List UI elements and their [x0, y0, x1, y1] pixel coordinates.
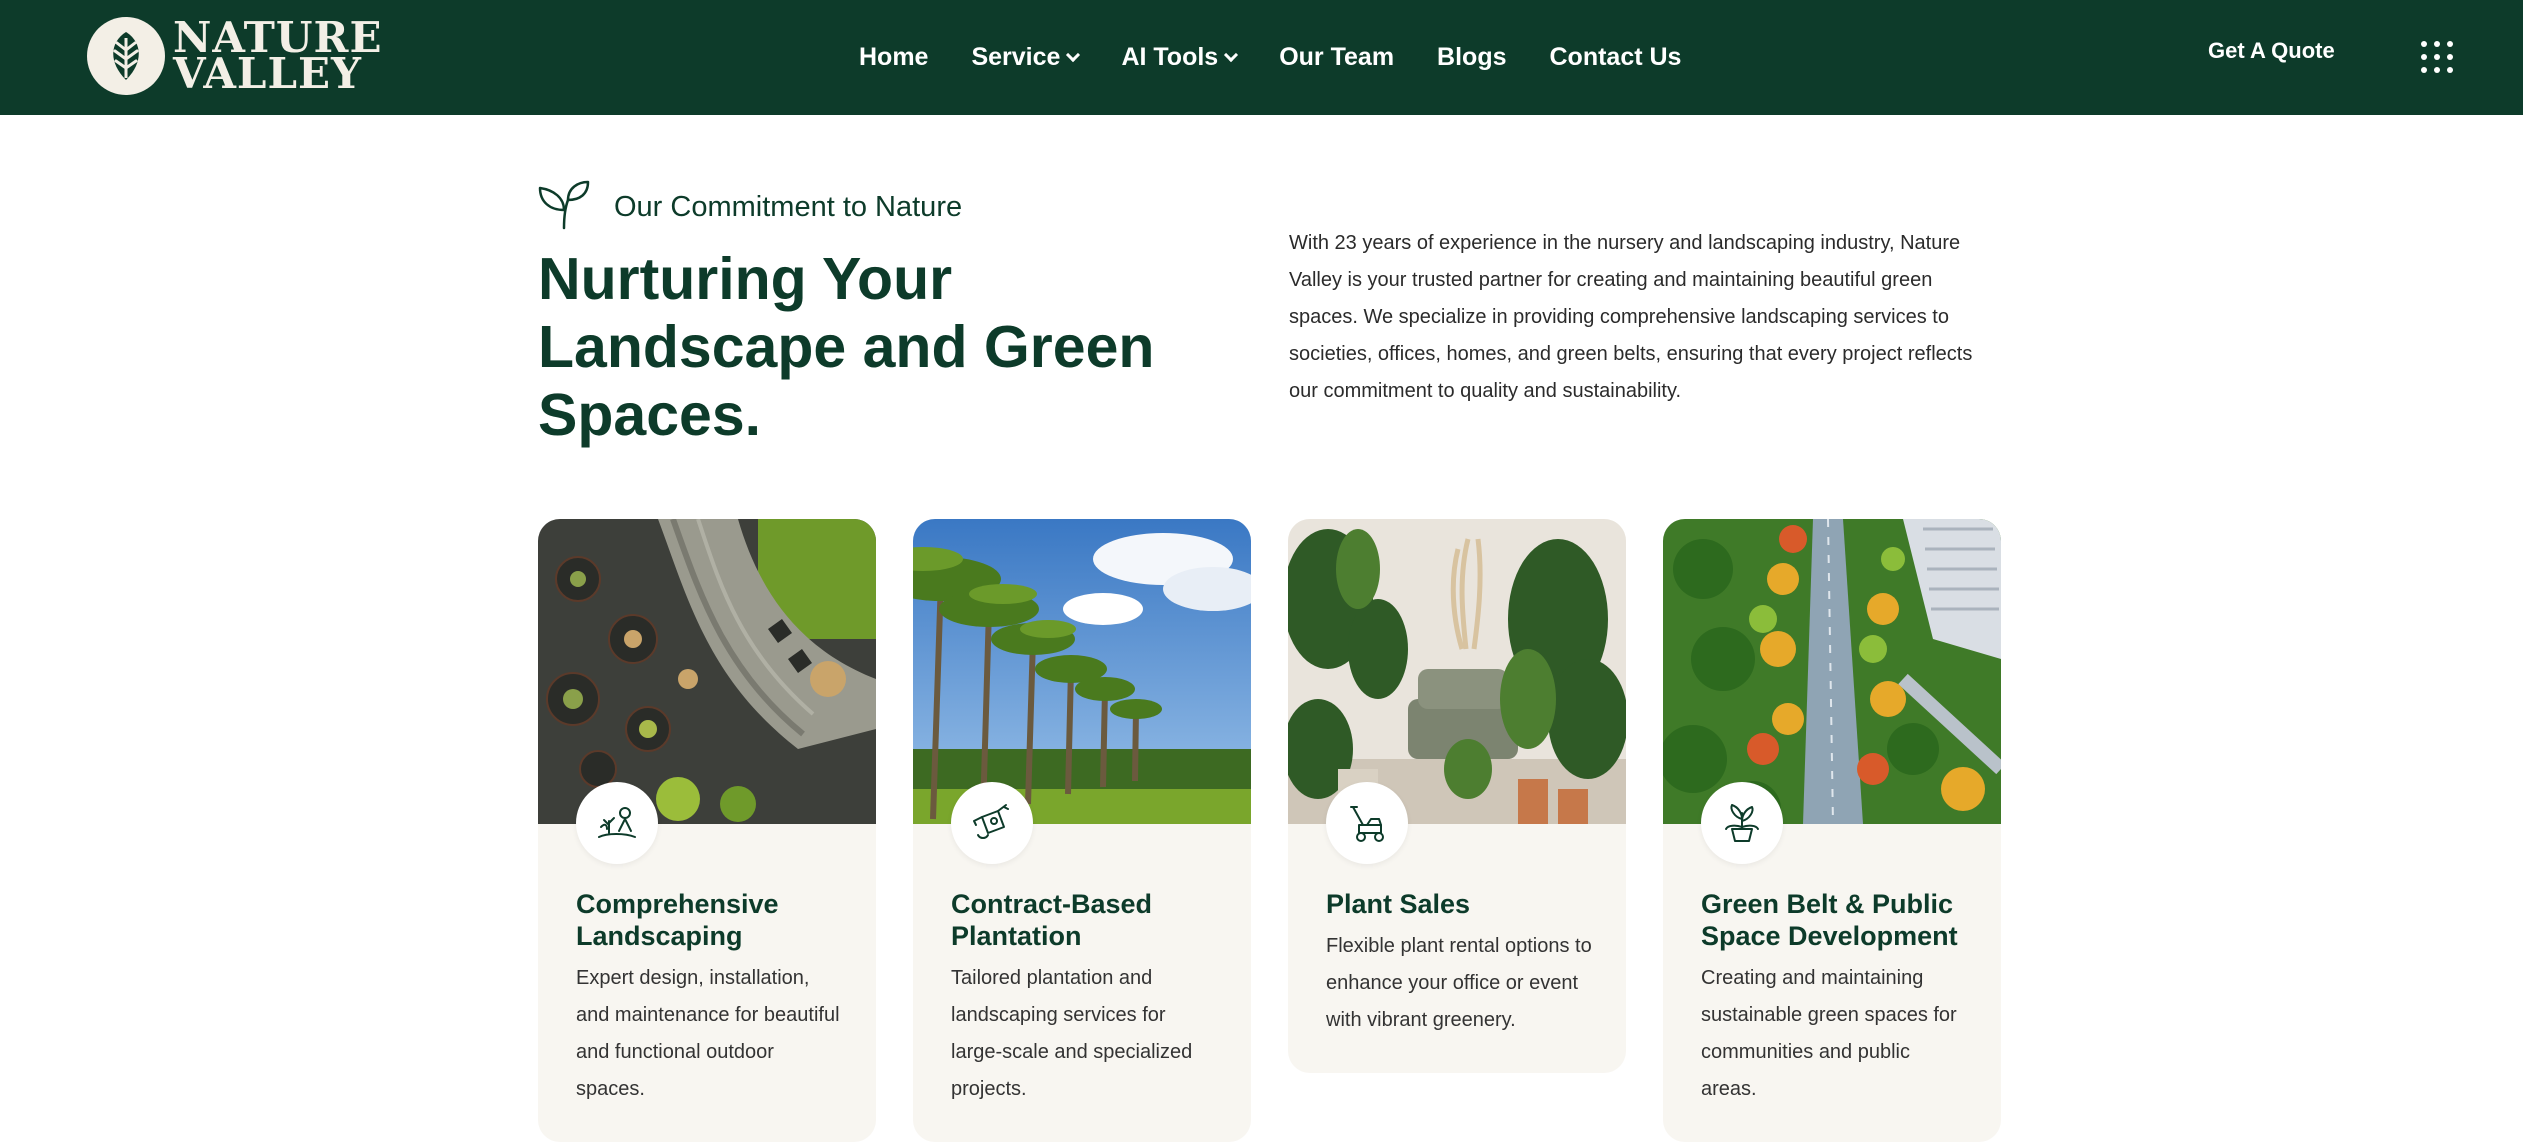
nav-item-contact-us[interactable]: Contact Us — [1550, 43, 1682, 72]
sprout-icon — [538, 180, 590, 235]
service-card[interactable]: Plant Sales Flexible plant rental option… — [1288, 519, 1626, 1073]
navbar: NATURE VALLEY Home Service AI Tools Our … — [0, 0, 2523, 115]
plantation-photo — [913, 519, 1251, 824]
brand-name: NATURE VALLEY — [173, 17, 382, 98]
brand-line-2: VALLEY — [173, 49, 362, 98]
card-title: Plant Sales — [1326, 889, 1471, 919]
card-title: Comprehensive Landscaping — [576, 889, 779, 951]
nav-item-service[interactable]: Service — [971, 43, 1081, 72]
chevron-down-icon — [1224, 47, 1239, 62]
leaf-icon — [87, 17, 165, 95]
service-cards: Comprehensive Landscaping Expert design,… — [538, 519, 2001, 1142]
eyebrow-text: Our Commitment to Nature — [614, 191, 963, 223]
nav-label: Blogs — [1437, 43, 1507, 71]
nav-label: AI Tools — [1121, 43, 1219, 71]
landscaping-icon — [576, 782, 658, 864]
card-description: Flexible plant rental options to enhance… — [1326, 935, 1592, 1031]
service-card[interactable]: Green Belt & Public Space Development Cr… — [1663, 519, 2001, 1142]
lawn-mower-icon — [1326, 782, 1408, 864]
section-heading: Nurturing Your Landscape and Green Space… — [538, 246, 1155, 448]
nav-item-home[interactable]: Home — [859, 43, 928, 72]
section-eyebrow: Our Commitment to Nature — [538, 180, 962, 235]
nav-item-ai-tools[interactable]: AI Tools — [1121, 43, 1239, 72]
service-card[interactable]: Contract-Based Plantation Tailored plant… — [913, 519, 1251, 1142]
card-description: Expert design, installation, and mainten… — [576, 967, 840, 1100]
grid-dots-icon[interactable] — [2421, 41, 2453, 73]
nav-label: Contact Us — [1549, 43, 1682, 71]
get-a-quote-button[interactable]: Get A Quote — [2208, 38, 2335, 64]
intro-paragraph: With 23 years of experience in the nurse… — [1289, 232, 1973, 402]
nav-label: Our Team — [1279, 43, 1395, 71]
card-description: Tailored plantation and landscaping serv… — [951, 967, 1193, 1100]
nav-label: Service — [971, 43, 1061, 71]
plant-sales-photo — [1288, 519, 1626, 824]
green-belt-photo — [1663, 519, 2001, 824]
potted-plant-icon — [1701, 782, 1783, 864]
chevron-down-icon — [1066, 47, 1081, 62]
nav-item-blogs[interactable]: Blogs — [1437, 43, 1506, 72]
nav-label: Home — [859, 43, 929, 71]
brand-logo[interactable]: NATURE VALLEY — [87, 16, 382, 96]
main-nav: Home Service AI Tools Our Team Blogs Con… — [859, 0, 1681, 115]
service-card[interactable]: Comprehensive Landscaping Expert design,… — [538, 519, 876, 1142]
card-title: Green Belt & Public Space Development — [1701, 889, 1958, 951]
nav-item-our-team[interactable]: Our Team — [1279, 43, 1394, 72]
landscaping-photo — [538, 519, 876, 824]
card-description: Creating and maintaining sustainable gre… — [1701, 967, 1957, 1100]
watering-can-icon — [951, 782, 1033, 864]
card-title: Contract-Based Plantation — [951, 889, 1153, 951]
